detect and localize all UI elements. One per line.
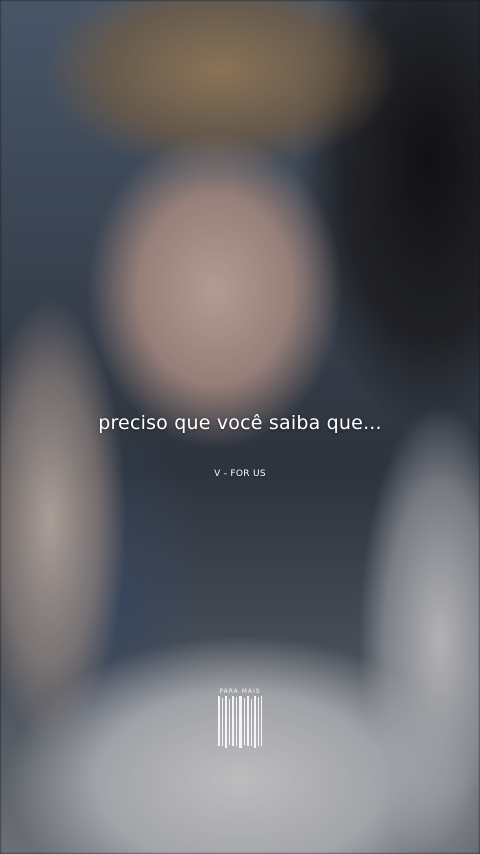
watermark-text: PARA MAIS xyxy=(219,688,261,695)
lyric-caption: preciso que você saiba que... xyxy=(98,412,382,434)
barcode-icon xyxy=(218,696,262,748)
watermark-logo: PARA MAIS xyxy=(210,688,270,750)
video-frame: preciso que você saiba que... V - FOR US… xyxy=(0,0,480,854)
song-credit: V - FOR US xyxy=(214,469,266,479)
